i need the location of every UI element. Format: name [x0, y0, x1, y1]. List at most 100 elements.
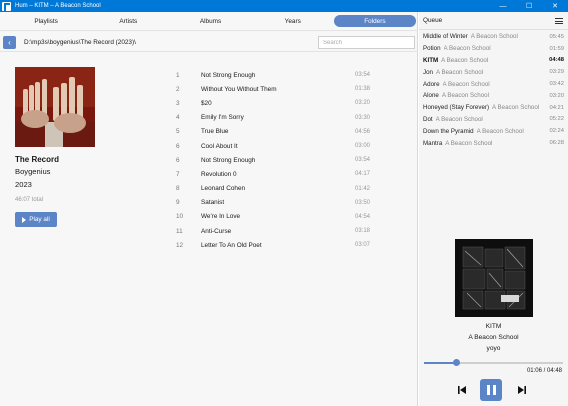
track-duration: 03:00 [354, 143, 370, 150]
queue-item[interactable]: Jon A Beacon School 03:29 [423, 66, 564, 78]
app-icon [2, 1, 11, 11]
tab-folders[interactable]: Folders [333, 15, 417, 27]
queue-item[interactable]: Dot A Beacon School 05:22 [423, 114, 564, 126]
track-number: 10 [176, 213, 184, 221]
queue-title: Queue [423, 17, 443, 24]
tab-years[interactable]: Years [252, 15, 334, 27]
now-playing-art [455, 239, 533, 317]
previous-button[interactable] [457, 385, 467, 395]
pause-icon-bar [492, 385, 496, 395]
play-all-button[interactable]: Play all [15, 212, 57, 227]
minimize-button[interactable]: — [490, 0, 516, 12]
track-duration: 04:56 [354, 128, 370, 135]
queue-item[interactable]: KITM A Beacon School 04:48 [423, 55, 564, 67]
track-row[interactable]: 8 Leonard Cohen 01:42 [176, 182, 370, 196]
back-button[interactable]: ‹ [3, 36, 16, 49]
track-row[interactable]: 12 Letter To An Old Poet 03:07 [176, 238, 370, 252]
playback-controls [419, 378, 568, 402]
tab-playlists[interactable]: Playlists [5, 15, 87, 27]
track-title: Not Strong Enough [201, 156, 256, 164]
track-row[interactable]: 6 Cool About It 03:00 [176, 139, 370, 153]
queue-item-duration: 04:48 [549, 57, 564, 64]
track-row[interactable]: 7 Revolution 0 04:17 [176, 167, 370, 181]
now-playing-album: yoyo [486, 345, 501, 352]
queue-item-artist: A Beacon School [445, 139, 493, 147]
path-bar: ‹ D:\mp3s\boygenius\The Record (2023)\ [0, 30, 418, 52]
queue-item-title: Potion [423, 45, 441, 53]
track-title: Not Strong Enough [201, 71, 256, 79]
track-duration: 03:20 [354, 100, 370, 107]
close-button[interactable]: ✕ [542, 0, 568, 12]
track-duration: 04:17 [354, 171, 370, 178]
track-row[interactable]: 11 Anti-Curse 03:18 [176, 224, 370, 238]
track-row[interactable]: 1 Not Strong Enough 03:54 [176, 68, 370, 82]
queue-item[interactable]: Adore A Beacon School 03:42 [423, 78, 564, 90]
queue-item-duration: 01:59 [549, 45, 564, 52]
track-duration: 03:30 [354, 114, 370, 121]
queue-item-duration: 05:45 [549, 33, 564, 40]
queue-pane: Queue Middle of Winter A Beacon School 05:… [419, 12, 568, 406]
track-duration: 03:50 [354, 199, 370, 206]
queue-item-artist: A Beacon School [476, 127, 524, 135]
track-number: 11 [176, 227, 183, 235]
maximize-button[interactable]: ☐ [516, 0, 542, 12]
track-title: Satanist [201, 199, 225, 207]
track-row[interactable]: 3 $20 03:20 [176, 96, 370, 110]
queue-item-artist: A Beacon School [442, 80, 490, 88]
track-title: We're In Love [201, 213, 241, 221]
queue-item-title: Mantra [423, 139, 443, 147]
pause-button[interactable] [480, 379, 502, 401]
queue-item-artist: A Beacon School [443, 45, 491, 53]
queue-item[interactable]: Middle of Winter A Beacon School 05:45 [423, 31, 564, 43]
now-playing-artist: A Beacon School [468, 334, 519, 341]
track-row[interactable]: 9 Satanist 03:50 [176, 196, 370, 210]
queue-item-duration: 04:21 [549, 104, 564, 111]
search-input[interactable] [318, 36, 415, 49]
next-button[interactable] [517, 385, 527, 395]
queue-item[interactable]: Down the Pyramid A Beacon School 02:24 [423, 125, 564, 137]
track-number: 2 [176, 85, 180, 93]
queue-item-artist: A Beacon School [441, 56, 489, 64]
queue-item[interactable]: Potion A Beacon School 01:59 [423, 43, 564, 55]
play-icon [22, 216, 27, 223]
pause-icon-bar [486, 385, 490, 395]
track-number: 1 [176, 71, 180, 79]
queue-item-artist: A Beacon School [435, 115, 483, 123]
seek-bar[interactable] [424, 359, 563, 366]
track-row[interactable]: 2 Without You Without Them 01:38 [176, 82, 370, 96]
library-pane: Playlists Artists Albums Years Folders ‹… [0, 12, 418, 406]
seek-bar-handle[interactable] [452, 359, 460, 366]
track-duration: 04:54 [354, 213, 370, 220]
track-duration: 01:42 [354, 185, 370, 192]
track-row[interactable]: 5 True Blue 04:56 [176, 125, 370, 139]
tab-artists[interactable]: Artists [87, 15, 169, 27]
track-number: 5 [176, 128, 180, 136]
queue-item[interactable]: Mantra A Beacon School 06:28 [423, 137, 564, 149]
queue-item-duration: 05:22 [549, 116, 564, 123]
queue-header: Queue [419, 12, 568, 30]
track-duration: 03:07 [354, 242, 370, 249]
album-year: 2023 [15, 180, 32, 189]
queue-item[interactable]: Honeyed (Stay Forever) A Beacon School 04:… [423, 102, 564, 114]
queue-item-title: Down the Pyramid [423, 127, 474, 135]
track-number: 12 [176, 241, 184, 249]
track-number: 8 [176, 185, 180, 193]
queue-item-title: Alone [423, 92, 439, 100]
queue-list: Middle of Winter A Beacon School 05:45 Poti… [423, 31, 564, 149]
track-row[interactable]: 4 Emily I'm Sorry 03:30 [176, 111, 370, 125]
track-row[interactable]: 6 Not Strong Enough 03:54 [176, 153, 370, 167]
queue-item-title: Dot [423, 115, 433, 123]
menu-icon[interactable] [555, 18, 563, 24]
skip-next-icon [518, 386, 526, 394]
queue-item-duration: 02:24 [549, 128, 564, 135]
queue-item[interactable]: Alone A Beacon School 03:20 [423, 90, 564, 102]
play-all-label: Play all [29, 216, 50, 223]
tab-albums[interactable]: Albums [169, 15, 251, 27]
queue-item-title: Jon [423, 68, 433, 76]
queue-item-title: Honeyed (Stay Forever) [423, 104, 490, 112]
track-title: Revolution 0 [201, 170, 237, 178]
album-total-duration: 46:07 total [15, 197, 44, 203]
track-row[interactable]: 10 We're In Love 04:54 [176, 210, 370, 224]
track-title: Emily I'm Sorry [201, 114, 244, 122]
track-duration: 03:18 [354, 228, 370, 235]
